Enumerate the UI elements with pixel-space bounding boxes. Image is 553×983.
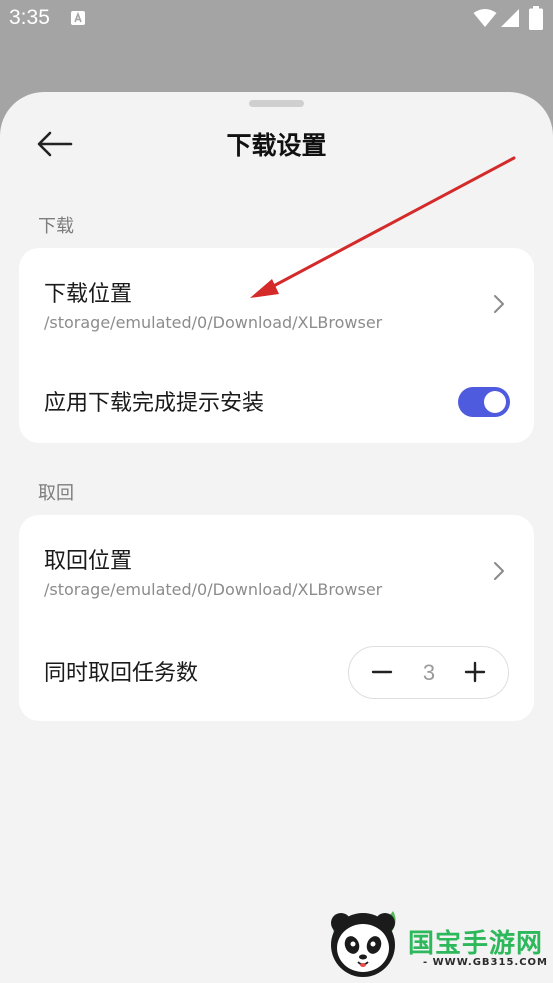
retrieve-location-row[interactable]: 取回位置 /storage/emulated/0/Download/XLBrow…: [19, 515, 534, 627]
retrieve-location-path: /storage/emulated/0/Download/XLBrowser: [44, 580, 383, 599]
chevron-right-icon: [494, 295, 504, 313]
plus-icon: [464, 661, 486, 683]
retrieve-location-title: 取回位置: [44, 549, 133, 574]
watermark-url: - WWW.GB315.COM -: [423, 957, 553, 968]
download-location-title: 下载位置: [44, 282, 133, 307]
concurrent-tasks-row: 同时取回任务数 3: [19, 627, 534, 721]
section-label-retrieve: 取回: [38, 483, 74, 504]
panda-logo-icon: [331, 911, 396, 977]
a-icon: [71, 11, 85, 25]
retrieve-settings-card: 取回位置 /storage/emulated/0/Download/XLBrow…: [19, 515, 534, 721]
status-bar: 3:35: [0, 0, 553, 40]
toggle-knob: [484, 391, 506, 413]
battery-icon: [529, 6, 543, 30]
section-label-download: 下载: [38, 216, 74, 237]
install-prompt-row: 应用下载完成提示安装: [19, 358, 534, 443]
increment-button[interactable]: [450, 647, 500, 697]
concurrent-tasks-stepper[interactable]: 3: [348, 646, 509, 699]
page-title: 下载设置: [226, 131, 327, 160]
wifi-icon: [473, 9, 497, 27]
install-prompt-title: 应用下载完成提示安装: [44, 391, 265, 416]
settings-sheet: 下载设置 下载 下载位置 /storage/emulated/0/Downloa…: [0, 92, 553, 983]
signal-icon: [501, 9, 519, 27]
watermark-brand: 国宝手游网: [408, 929, 544, 959]
download-settings-card: 下载位置 /storage/emulated/0/Download/XLBrow…: [19, 248, 534, 443]
minus-icon: [371, 670, 393, 674]
watermark: 国宝手游网 - WWW.GB315.COM -: [305, 893, 553, 983]
decrement-button[interactable]: [357, 647, 407, 697]
stepper-value: 3: [422, 660, 436, 685]
install-prompt-toggle[interactable]: [458, 387, 510, 417]
download-location-row[interactable]: 下载位置 /storage/emulated/0/Download/XLBrow…: [19, 248, 534, 358]
drag-handle[interactable]: [249, 100, 304, 107]
chevron-right-icon: [494, 562, 504, 580]
concurrent-tasks-title: 同时取回任务数: [44, 661, 199, 686]
status-time: 3:35: [9, 6, 50, 29]
download-location-path: /storage/emulated/0/Download/XLBrowser: [44, 313, 383, 332]
